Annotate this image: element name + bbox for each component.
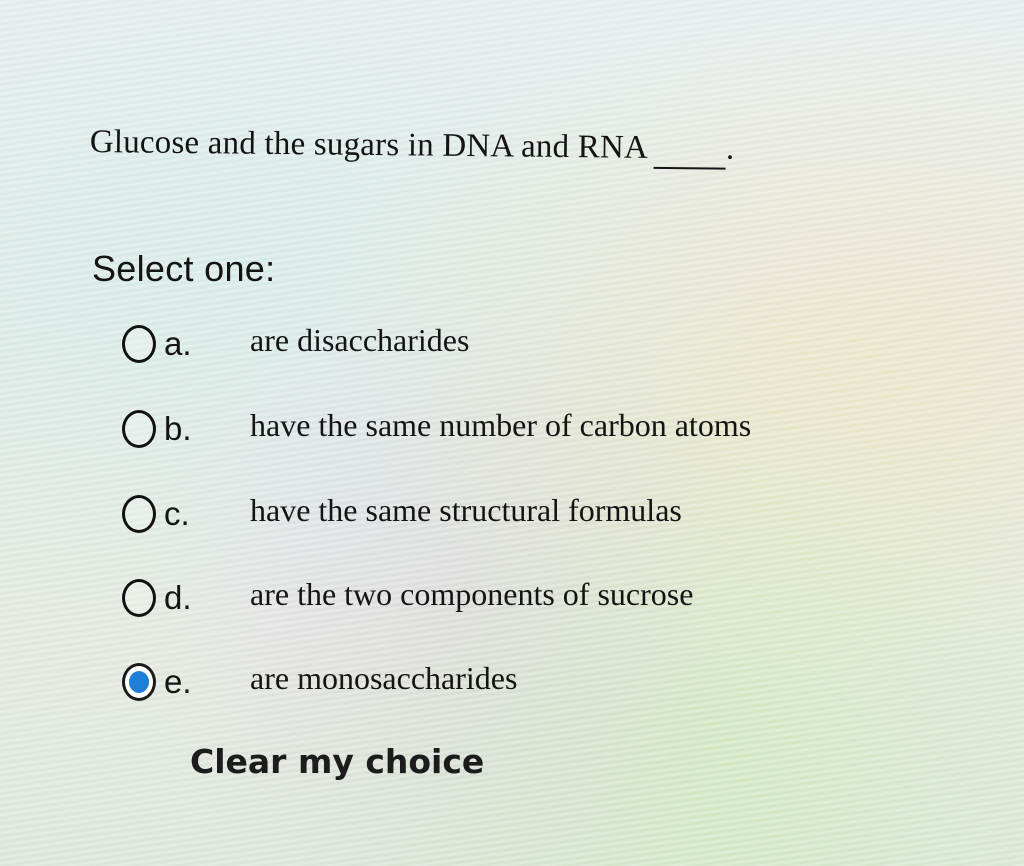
- option-letter-b: b.: [164, 410, 192, 447]
- option-a[interactable]: a. are disaccharides: [122, 320, 469, 368]
- option-letter-d: d.: [164, 579, 192, 616]
- option-text-a: are disaccharides: [250, 322, 470, 358]
- radio-a[interactable]: [122, 325, 156, 363]
- option-text-c: have the same structural formulas: [250, 492, 682, 528]
- radio-c[interactable]: [122, 495, 156, 533]
- option-letter-c: c.: [164, 495, 190, 532]
- option-d[interactable]: d. are the two components of sucrose: [122, 574, 693, 622]
- option-e[interactable]: e. are monosaccharides: [122, 658, 517, 706]
- question-suffix: .: [725, 130, 735, 167]
- radio-e-selected[interactable]: [122, 663, 156, 701]
- answer-blank: [653, 129, 727, 170]
- option-text-e: are monosaccharides: [250, 660, 518, 696]
- quiz-page: Glucose and the sugars in DNA and RNA . …: [0, 0, 1024, 866]
- question-stem: Glucose and the sugars in DNA and RNA: [89, 124, 649, 166]
- option-c[interactable]: c. have the same structural formulas: [122, 490, 682, 538]
- question-text: Glucose and the sugars in DNA and RNA .: [90, 124, 735, 170]
- option-text-b: have the same number of carbon atoms: [250, 407, 752, 443]
- clear-choice-link[interactable]: Clear my choice: [190, 742, 484, 781]
- option-letter-e: e.: [164, 663, 192, 700]
- option-text-d: are the two components of sucrose: [250, 576, 694, 612]
- radio-b[interactable]: [122, 410, 156, 448]
- radio-d[interactable]: [122, 579, 156, 617]
- select-one-label: Select one:: [92, 248, 276, 289]
- option-letter-a: a.: [164, 325, 192, 362]
- option-b[interactable]: b. have the same number of carbon atoms: [122, 405, 751, 453]
